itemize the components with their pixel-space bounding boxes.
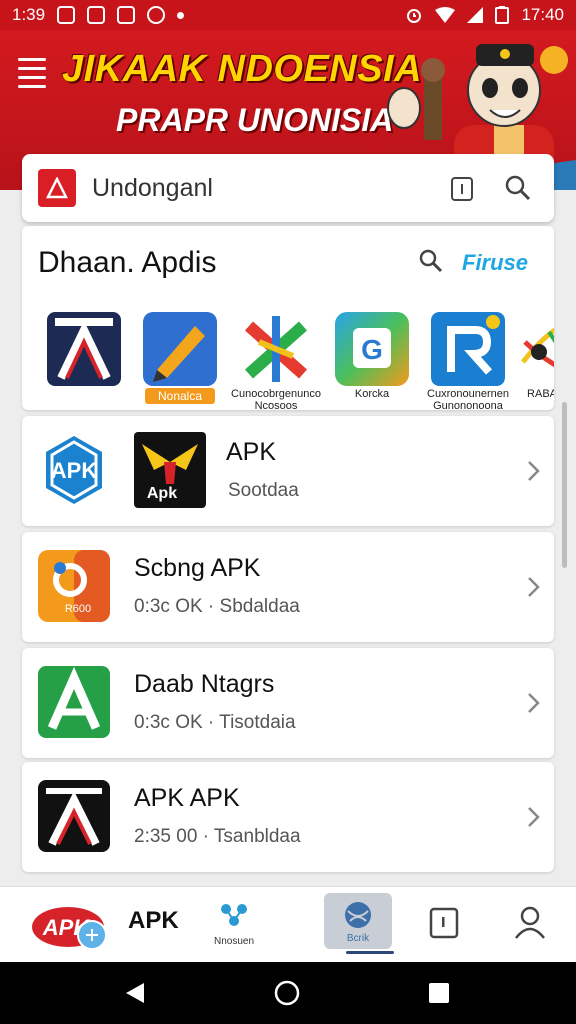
home-button[interactable]: [272, 978, 302, 1008]
status-right: 17:40: [405, 5, 564, 25]
featured-apps-row: Nonalca Cunocobrgenunco Ncosoos G Korcka…: [36, 312, 554, 410]
banner-subtitle: PRAPR UNONISIA: [116, 102, 394, 138]
search-icon: [505, 175, 531, 201]
profile-icon: [515, 906, 545, 939]
green-a-app-icon: [38, 666, 110, 738]
apk-badge-icon: APK: [46, 436, 102, 504]
svg-text:APK: APK: [51, 458, 98, 483]
colorful-app-icon: [521, 327, 554, 368]
list-item-meta: Sootdaa: [228, 480, 299, 501]
featured-app-tile[interactable]: Cunocobrgenunco Ncosoos: [228, 312, 324, 410]
r-app-icon: [431, 312, 505, 386]
status-left: 1:39: [12, 5, 185, 25]
dot-notification-icon: [177, 11, 185, 19]
list-item[interactable]: R600 Scbng APK 0:3c OK · Sbdaldaa: [22, 532, 554, 642]
signal-icon: [467, 7, 484, 23]
nav-item-tablet[interactable]: [424, 903, 464, 943]
list-item-title: Daab Ntagrs: [134, 670, 275, 698]
app-logo-icon: [38, 169, 76, 207]
svg-text:R600: R600: [65, 603, 91, 615]
gallery-notification-icon: [57, 6, 76, 24]
home-icon: [274, 980, 300, 1006]
list-item[interactable]: APK APK 2:35 00 · Tsanbldaa: [22, 762, 554, 872]
chat-notification-icon: [147, 6, 166, 24]
x-cross-app-icon: [245, 316, 307, 382]
featured-app-tile[interactable]: Nonalca: [132, 312, 228, 410]
nav-apk-label[interactable]: APK: [128, 907, 179, 935]
chevron-right-icon: [528, 693, 540, 713]
nav-item-active[interactable]: Bcrik: [324, 893, 392, 949]
clipboard-icon: [451, 177, 473, 201]
list-item-title: APK: [226, 438, 277, 466]
nav-item-label: Nnosuen: [213, 936, 255, 947]
search-button[interactable]: [498, 168, 538, 208]
chevron-right-icon: [528, 807, 540, 827]
svg-text:Apk: Apk: [147, 485, 177, 502]
svg-text:G: G: [361, 334, 383, 365]
plus-notification-icon: [117, 6, 136, 24]
network-icon: [221, 904, 247, 926]
featured-app-tile[interactable]: [36, 312, 132, 410]
ring-app-icon: R600: [38, 550, 110, 622]
featured-app-caption: Nonalca: [145, 388, 215, 404]
featured-app-tile[interactable]: G Korcka: [324, 312, 420, 410]
featured-app-caption: Cunocobrgenunco Ncosoos: [231, 388, 321, 410]
battery-icon: [495, 6, 510, 24]
system-nav-bar: [0, 962, 576, 1024]
active-tab-indicator: [346, 951, 394, 954]
menu-icon[interactable]: [18, 58, 46, 94]
list-item[interactable]: APK Apk APK Sootdaa: [22, 416, 554, 526]
search-bar[interactable]: Undonganl: [22, 154, 554, 222]
search-icon[interactable]: [418, 248, 444, 274]
featured-app-caption: RABAD: [527, 388, 554, 400]
nav-item-network[interactable]: Nnosuen: [206, 901, 262, 947]
alarm-icon: [407, 9, 422, 23]
list-item-title: APK APK: [134, 784, 240, 812]
featured-title: Dhaan. Apdis: [38, 246, 217, 279]
wifi-icon: [435, 7, 456, 23]
recents-button[interactable]: [424, 978, 454, 1008]
globe-icon: [345, 901, 371, 928]
featured-apps-card: Dhaan. Apdis Firuse Nonalca Cunocobrgenu…: [22, 226, 554, 410]
chevron-right-icon: [528, 461, 540, 481]
banner-title: JIKAAK NDOENSIA: [62, 48, 423, 90]
camera-notification-icon: [87, 6, 106, 24]
back-icon: [126, 983, 144, 1003]
featured-app-caption: [38, 388, 130, 410]
pencil-app-icon: [143, 312, 217, 386]
bottom-nav: APK APK Nnosuen Bcrik: [0, 886, 576, 963]
featured-app-tile[interactable]: RABAD: [516, 312, 554, 410]
recents-icon: [429, 983, 449, 1003]
status-time-right: 17:40: [521, 5, 564, 24]
nav-item-label: Bcrik: [346, 932, 370, 944]
eagle-app-icon: Apk: [134, 432, 206, 508]
featured-see-all-link[interactable]: Firuse: [462, 250, 528, 276]
apk-brand-logo[interactable]: APK: [30, 897, 110, 953]
list-item-meta: 2:35 00 · Tsanbldaa: [134, 826, 301, 847]
status-bar: 1:39 17:40: [0, 0, 576, 30]
nav-item-profile[interactable]: [510, 903, 550, 943]
list-item-meta: 0:3c OK · Sbdaldaa: [134, 596, 300, 617]
search-input[interactable]: Undonganl: [92, 174, 426, 203]
scrollbar[interactable]: [562, 402, 567, 568]
g-app-icon: G: [335, 312, 409, 386]
a-logo-icon: [47, 312, 121, 386]
black-a-app-icon: [38, 780, 110, 852]
clipboard-button[interactable]: [442, 168, 482, 208]
chevron-right-icon: [528, 577, 540, 597]
status-time-left: 1:39: [12, 5, 46, 24]
list-item-title: Scbng APK: [134, 554, 261, 582]
featured-app-caption: Korcka: [354, 388, 390, 400]
tablet-icon: [429, 907, 459, 939]
list-item[interactable]: Daab Ntagrs 0:3c OK · Tisotdaia: [22, 648, 554, 758]
list-item-meta: 0:3c OK · Tisotdaia: [134, 712, 296, 733]
back-button[interactable]: [120, 978, 150, 1008]
